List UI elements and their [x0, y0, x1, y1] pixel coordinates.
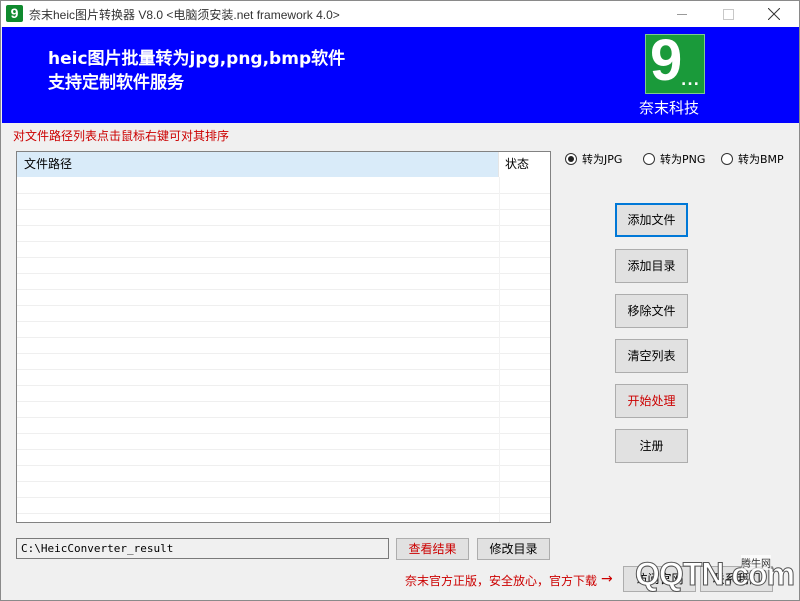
column-header-path[interactable]: 文件路径	[17, 152, 499, 177]
logo-dots: ...	[681, 73, 700, 89]
contact-us-button[interactable]: 联系我们	[700, 566, 773, 592]
remove-file-button[interactable]: 移除文件	[615, 294, 688, 328]
row-gridline	[17, 305, 550, 306]
close-button[interactable]	[751, 1, 797, 27]
minimize-button[interactable]	[659, 1, 705, 27]
row-gridline	[17, 289, 550, 290]
column-header-status[interactable]: 状态	[500, 152, 550, 177]
row-gridline	[17, 513, 550, 514]
row-gridline	[17, 241, 550, 242]
column-divider	[499, 177, 500, 522]
file-list-body[interactable]	[17, 177, 550, 522]
arrow-right-icon: →	[601, 571, 613, 587]
close-icon	[768, 8, 780, 20]
app-logo-icon: 9	[6, 5, 23, 22]
register-button[interactable]: 注册	[615, 429, 688, 463]
radio-jpg-label: 转为JPG	[582, 153, 623, 166]
row-gridline	[17, 385, 550, 386]
row-gridline	[17, 465, 550, 466]
banner-subheadline: 支持定制软件服务	[48, 73, 184, 93]
company-name: 奈末科技	[639, 99, 700, 117]
radio-bmp[interactable]: 转为BMP	[721, 151, 784, 167]
banner: heic图片批量转为jpg,png,bmp软件 支持定制软件服务 9 ... 奈…	[2, 27, 799, 123]
start-processing-button[interactable]: 开始处理	[615, 384, 688, 418]
row-gridline	[17, 353, 550, 354]
radio-bmp-indicator	[721, 153, 733, 165]
row-gridline	[17, 321, 550, 322]
maximize-button[interactable]	[705, 1, 751, 27]
file-list[interactable]: 文件路径 状态	[16, 151, 551, 523]
output-path-field[interactable]: C:\HeicConverter_result	[16, 538, 389, 559]
add-file-button[interactable]: 添加文件	[615, 203, 688, 237]
logo-glyph: 9	[650, 28, 683, 93]
row-gridline	[17, 433, 550, 434]
row-gridline	[17, 497, 550, 498]
row-gridline	[17, 449, 550, 450]
change-directory-button[interactable]: 修改目录	[477, 538, 550, 560]
row-gridline	[17, 193, 550, 194]
row-gridline	[17, 257, 550, 258]
title-bar: 9 奈末heic图片转换器 V8.0 <电脑须安装.net framework …	[1, 1, 799, 27]
official-site-button[interactable]: 访问官网	[623, 566, 696, 592]
row-gridline	[17, 209, 550, 210]
row-gridline	[17, 417, 550, 418]
view-result-button[interactable]: 查看结果	[396, 538, 469, 560]
banner-headline: heic图片批量转为jpg,png,bmp软件	[48, 49, 346, 69]
file-list-header: 文件路径 状态	[17, 152, 550, 177]
add-directory-button[interactable]: 添加目录	[615, 249, 688, 283]
row-gridline	[17, 369, 550, 370]
radio-png-indicator	[643, 153, 655, 165]
row-gridline	[17, 337, 550, 338]
row-gridline	[17, 481, 550, 482]
app-window: 9 奈末heic图片转换器 V8.0 <电脑须安装.net framework …	[0, 0, 800, 601]
row-gridline	[17, 225, 550, 226]
radio-bmp-label: 转为BMP	[738, 153, 784, 166]
radio-png[interactable]: 转为PNG	[643, 151, 705, 167]
company-logo: 9 ...	[645, 29, 705, 94]
clear-list-button[interactable]: 清空列表	[615, 339, 688, 373]
official-download-note: 奈末官方正版，安全放心，官方下载	[405, 574, 598, 588]
window-title: 奈末heic图片转换器 V8.0 <电脑须安装.net framework 4.…	[29, 8, 340, 22]
radio-jpg-indicator	[565, 153, 577, 165]
radio-png-label: 转为PNG	[660, 153, 706, 166]
row-gridline	[17, 401, 550, 402]
sort-hint: 对文件路径列表点击鼠标右键可对其排序	[13, 129, 230, 143]
radio-jpg[interactable]: 转为JPG	[565, 151, 622, 167]
row-gridline	[17, 273, 550, 274]
